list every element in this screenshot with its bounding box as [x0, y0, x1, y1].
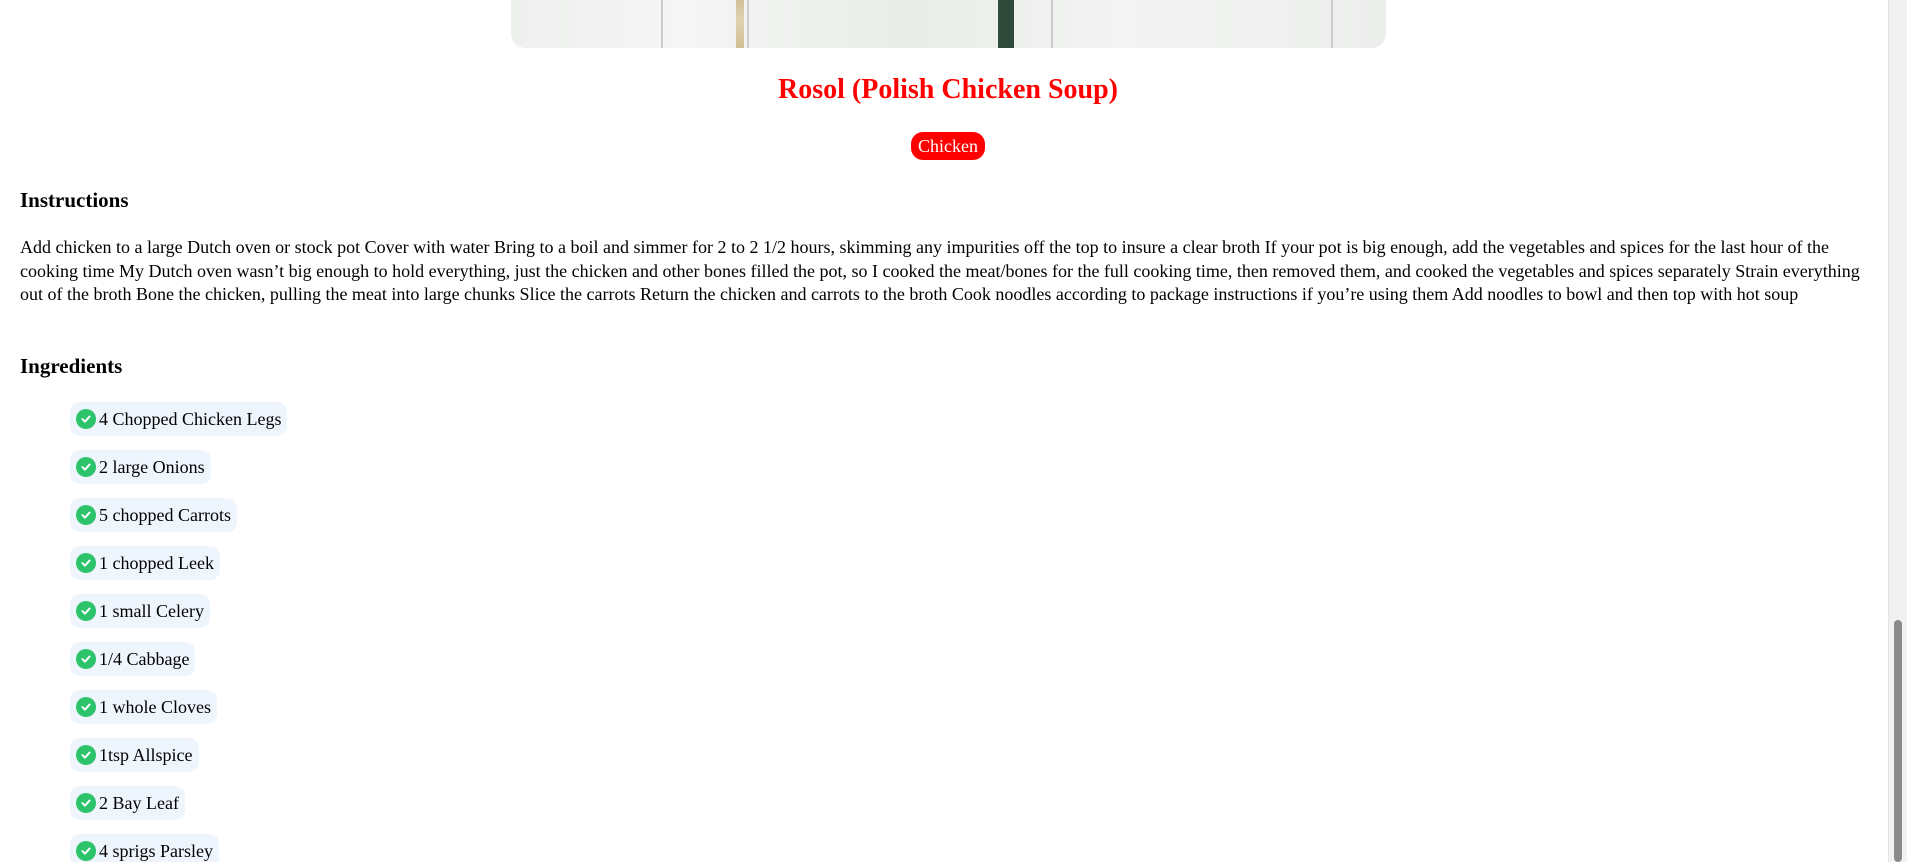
recipe-title: Rosol (Polish Chicken Soup) [778, 74, 1118, 105]
ingredient-item: 2 Bay Leaf [70, 786, 287, 820]
scrollbar-thumb[interactable] [1894, 620, 1902, 862]
check-circle-icon [76, 649, 96, 669]
ingredient-pill: 5 chopped Carrots [70, 498, 237, 532]
ingredient-label: 1 whole Cloves [99, 696, 211, 717]
ingredient-item: 5 chopped Carrots [70, 498, 287, 532]
ingredient-label: 1 chopped Leek [99, 552, 214, 573]
ingredient-label: 1 small Celery [99, 600, 204, 621]
recipe-image [511, 0, 1386, 48]
ingredient-item: 1 whole Cloves [70, 690, 287, 724]
ingredient-item: 1/4 Cabbage [70, 642, 287, 676]
ingredient-pill: 1 whole Cloves [70, 690, 217, 724]
ingredient-pill: 2 Bay Leaf [70, 786, 185, 820]
ingredient-pill: 4 Chopped Chicken Legs [70, 402, 288, 436]
ingredient-pill: 1tsp Allspice [70, 738, 199, 772]
recipe-page: Rosol (Polish Chicken Soup) Chicken Inst… [0, 0, 1889, 862]
ingredient-item: 1 small Celery [70, 594, 287, 628]
ingredient-item: 2 large Onions [70, 450, 287, 484]
category-tag[interactable]: Chicken [911, 132, 985, 160]
check-circle-icon [76, 553, 96, 573]
instructions-text: Add chicken to a large Dutch oven or sto… [20, 237, 1860, 304]
ingredient-item: 1tsp Allspice [70, 738, 287, 772]
ingredient-label: 1tsp Allspice [99, 744, 193, 765]
page-scrollbar[interactable] [1888, 0, 1907, 862]
check-circle-icon [76, 745, 96, 765]
check-circle-icon [76, 793, 96, 813]
ingredient-pill: 2 large Onions [70, 450, 211, 484]
ingredient-item: 4 Chopped Chicken Legs [70, 402, 288, 436]
check-circle-icon [76, 457, 96, 477]
ingredient-pill: 1 small Celery [70, 594, 210, 628]
instructions-heading: Instructions [20, 188, 129, 212]
check-circle-icon [76, 697, 96, 717]
ingredient-pill: 1/4 Cabbage [70, 642, 196, 676]
ingredient-label: 5 chopped Carrots [99, 504, 231, 525]
check-circle-icon [76, 505, 96, 525]
ingredients-heading: Ingredients [20, 354, 123, 378]
ingredients-list: 4 Chopped Chicken Legs 2 large Onions 5 ch… [70, 402, 288, 862]
ingredient-pill: 4 sprigs Parsley [70, 834, 219, 862]
ingredient-label: 1/4 Cabbage [99, 648, 190, 669]
ingredient-label: 4 sprigs Parsley [99, 840, 213, 861]
check-circle-icon [76, 409, 96, 429]
ingredient-label: 2 large Onions [99, 456, 205, 477]
check-circle-icon [76, 601, 96, 621]
ingredient-label: 4 Chopped Chicken Legs [99, 408, 282, 429]
check-circle-icon [76, 841, 96, 861]
ingredient-item: 1 chopped Leek [70, 546, 287, 580]
ingredient-pill: 1 chopped Leek [70, 546, 220, 580]
ingredient-item: 4 sprigs Parsley [70, 834, 287, 862]
ingredient-label: 2 Bay Leaf [99, 792, 179, 813]
category-tags: Chicken [0, 132, 1889, 160]
